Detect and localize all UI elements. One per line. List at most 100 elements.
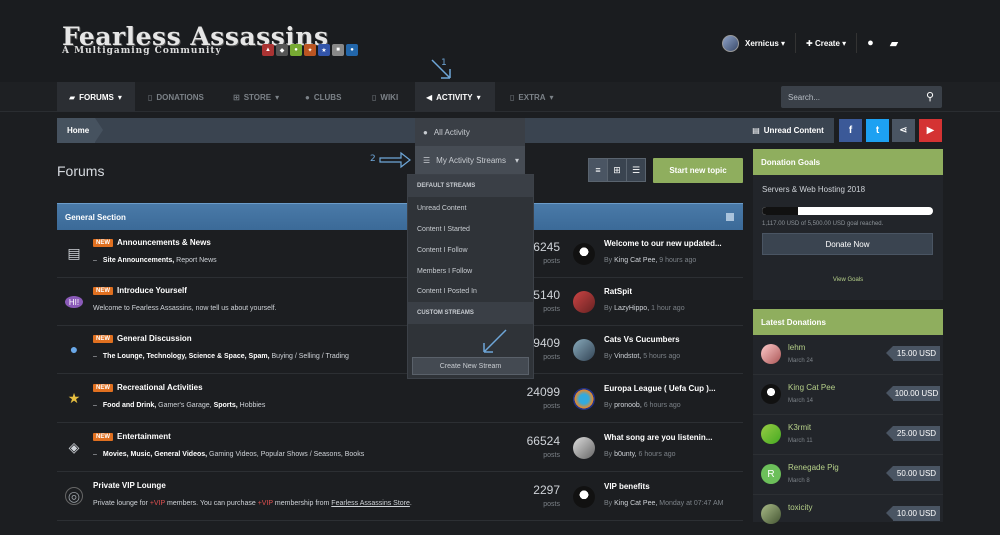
create-new-stream-button[interactable]: Create New Stream: [412, 357, 529, 375]
last-post-title[interactable]: What song are you listenin...: [604, 433, 712, 442]
avatar[interactable]: [573, 437, 595, 459]
donation-goals-body: Servers & Web Hosting 2018 1,117.00 USD …: [753, 175, 943, 300]
site-header: Fearless Assassins A Multigaming Communi…: [0, 0, 1000, 82]
annotation-number-2: 2: [370, 154, 376, 164]
nav-forums[interactable]: ▰ Forums ▾: [57, 82, 135, 112]
post-count: 2297: [533, 483, 560, 497]
stream-item[interactable]: Unread Content: [417, 205, 466, 212]
subforum-link[interactable]: Sports,: [214, 402, 238, 409]
subforum-link[interactable]: The Lounge,: [103, 353, 145, 360]
subforum-link[interactable]: Spam,: [249, 353, 270, 360]
user-area: Xernicus ▾ ✚ Create ▾ ● ▰: [722, 33, 898, 53]
donate-now-button[interactable]: Donate Now: [762, 233, 933, 255]
subforum-link[interactable]: General Videos,: [154, 451, 207, 458]
stream-item[interactable]: Content I Started: [417, 226, 470, 233]
avatar[interactable]: [761, 384, 781, 404]
donor-name[interactable]: K3rmit: [788, 423, 811, 432]
subforum-list: – Movies, Music, General Videos, Gaming V…: [93, 451, 365, 458]
divider: [856, 33, 858, 53]
subforum-list: – Site Announcements, Report News: [93, 257, 217, 264]
avatar[interactable]: [761, 344, 781, 364]
view-goals-link[interactable]: View Goals: [753, 277, 943, 283]
avatar[interactable]: [573, 339, 595, 361]
avatar[interactable]: [573, 243, 595, 265]
unread-content-button[interactable]: ▤ Unread Content: [742, 118, 834, 143]
twitter-icon[interactable]: t: [866, 119, 889, 142]
nav-donations[interactable]: ▯ Donations: [148, 82, 204, 112]
stream-item[interactable]: Content I Follow: [417, 247, 468, 254]
collapse-icon[interactable]: [726, 213, 734, 221]
avatar[interactable]: R: [761, 464, 781, 484]
nav-clubs[interactable]: ● Clubs: [305, 82, 341, 112]
donation-row: lehm March 24 15.00 USD: [753, 335, 943, 375]
forum-title[interactable]: Announcements & News: [117, 238, 211, 247]
section-title[interactable]: General Section: [65, 213, 126, 222]
user-menu-link[interactable]: Xernicus ▾: [745, 39, 785, 48]
avatar[interactable]: [573, 388, 595, 410]
subforum-link[interactable]: Music,: [131, 451, 153, 458]
avatar[interactable]: [761, 504, 781, 524]
last-post-title[interactable]: Welcome to our new updated...: [604, 239, 722, 248]
start-new-topic-button[interactable]: Start new topic: [653, 158, 743, 183]
chat-icon[interactable]: ▰: [890, 37, 898, 50]
forum-title[interactable]: Entertainment: [117, 432, 171, 441]
last-post-title[interactable]: RatSpit: [604, 287, 632, 296]
store-link[interactable]: Fearless Assassins Store: [331, 500, 410, 507]
donor-name[interactable]: King Cat Pee: [788, 383, 835, 392]
view-list-toggle[interactable]: ☰: [626, 158, 646, 182]
search-input[interactable]: [781, 92, 916, 102]
nav-extra[interactable]: ▯ Extra ▾: [510, 82, 554, 112]
avatar[interactable]: [573, 486, 595, 508]
create-menu-link[interactable]: ✚ Create ▾: [806, 39, 846, 48]
donor-name[interactable]: toxicity: [788, 503, 812, 512]
subforum-link[interactable]: Report News: [176, 257, 216, 264]
chat-bubbles-icon: ●: [69, 341, 79, 357]
subforum-link[interactable]: Science & Space,: [189, 353, 247, 360]
last-post-title[interactable]: Europa League ( Uefa Cup )...: [604, 384, 716, 393]
menu-item-all-activity[interactable]: ● All Activity: [415, 118, 525, 146]
breadcrumb-home[interactable]: Home: [57, 118, 95, 143]
subforum-link[interactable]: Popular Shows / Seasons,: [261, 451, 343, 458]
last-post-meta: By King Cat Pee, 9 hours ago: [604, 257, 697, 264]
forum-title[interactable]: Private VIP Lounge: [93, 481, 166, 490]
new-badge: NEW: [93, 335, 113, 343]
last-post-title[interactable]: VIP benefits: [604, 482, 650, 491]
share-icon[interactable]: ⋖: [892, 119, 915, 142]
facebook-icon[interactable]: f: [839, 119, 862, 142]
stream-item[interactable]: Members I Follow: [417, 268, 472, 275]
youtube-icon[interactable]: ▶: [919, 119, 942, 142]
subforum-link[interactable]: Site Announcements,: [103, 257, 174, 264]
subforum-link[interactable]: Buying / Selling / Trading: [272, 353, 349, 360]
subforum-link[interactable]: Movies,: [103, 451, 129, 458]
game-badge-icon: ●: [346, 44, 358, 56]
nav-store[interactable]: ⊞ Store ▾: [233, 82, 279, 112]
globe-icon[interactable]: ●: [867, 37, 874, 49]
forum-title[interactable]: Introduce Yourself: [117, 286, 187, 295]
stream-item[interactable]: Content I Posted In: [417, 288, 477, 295]
subforum-link[interactable]: Hobbies: [240, 402, 266, 409]
last-post-title[interactable]: Cats Vs Cucumbers: [604, 335, 680, 344]
menu-item-my-activity-streams[interactable]: ☰ My Activity Streams ▾: [415, 146, 525, 174]
default-streams-header: Default Streams: [408, 175, 533, 197]
activity-dropdown: ● All Activity ☰ My Activity Streams ▾: [415, 118, 525, 174]
forum-title[interactable]: Recreational Activities: [117, 383, 203, 392]
subforum-link[interactable]: Technology,: [146, 353, 186, 360]
forum-title[interactable]: General Discussion: [117, 334, 192, 343]
view-grid-toggle[interactable]: ⊞: [607, 158, 627, 182]
donor-name[interactable]: Renegade Pig: [788, 463, 839, 472]
avatar[interactable]: [761, 424, 781, 444]
game-badge-icon: ★: [318, 44, 330, 56]
avatar[interactable]: [573, 291, 595, 313]
view-table-toggle[interactable]: ≡: [588, 158, 608, 182]
user-avatar[interactable]: [722, 34, 739, 52]
grid-icon: ⊞: [613, 164, 621, 175]
subforum-link[interactable]: Books: [345, 451, 364, 458]
subforum-link[interactable]: Gaming Videos,: [209, 451, 259, 458]
search-icon[interactable]: ⚲: [926, 90, 934, 103]
game-badge-icon: ◆: [276, 44, 288, 56]
subforum-link[interactable]: Gamer's Garage,: [158, 402, 211, 409]
subforum-link[interactable]: Food and Drink,: [103, 402, 156, 409]
nav-wiki[interactable]: ▯ Wiki: [372, 82, 398, 112]
donor-name[interactable]: lehm: [788, 343, 805, 352]
file-icon: ▤: [752, 126, 760, 135]
